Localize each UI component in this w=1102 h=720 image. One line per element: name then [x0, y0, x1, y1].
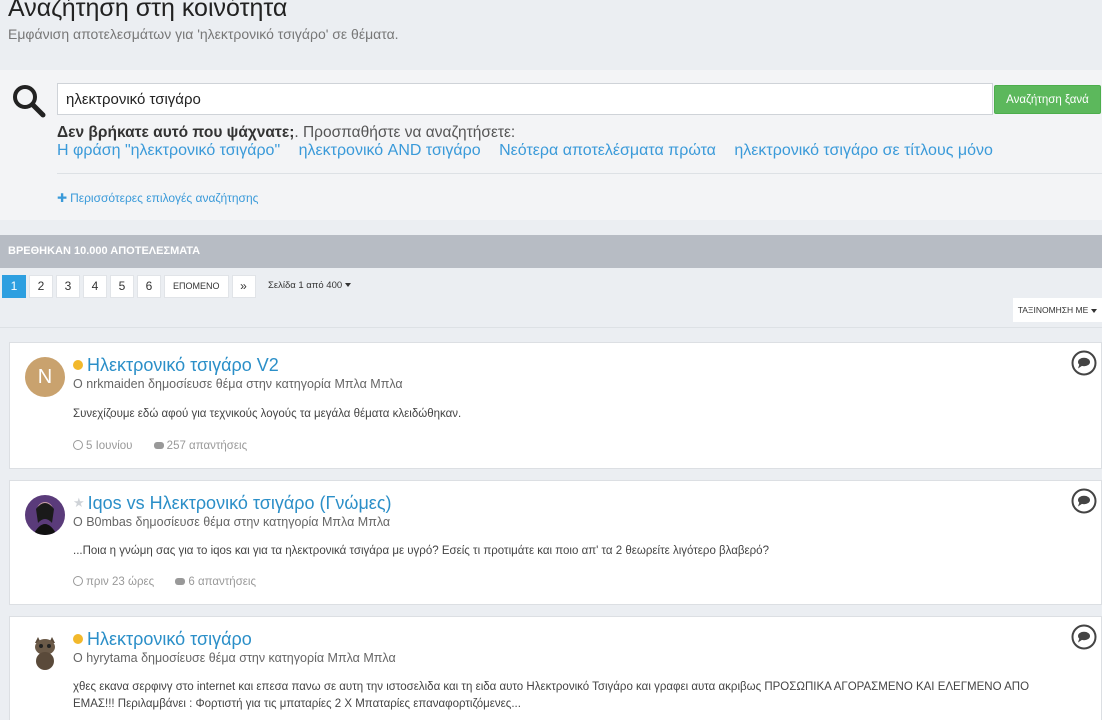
- suggestion-newest-first[interactable]: Νεότερα αποτελέσματα πρώτα: [499, 142, 716, 159]
- post-excerpt: χθες εκανα σερφινγ στο internet και επεσ…: [73, 681, 1030, 710]
- next-page-button[interactable]: ΕΠΟΜΕΝΟ: [164, 275, 229, 298]
- post-date: 5 Ιουνίου: [73, 440, 132, 452]
- clock-icon: [73, 440, 83, 450]
- clock-icon: [73, 576, 83, 586]
- comment-icon: [175, 578, 186, 585]
- post-title: Ηλεκτρονικό τσιγάρο V2: [73, 355, 279, 376]
- last-page-button[interactable]: »: [231, 275, 256, 298]
- page-title: Αναζήτηση στη κοινότητα: [8, 0, 288, 22]
- result-card: N Ηλεκτρονικό τσιγάρο V2 Ο nrkmaiden δημ…: [9, 342, 1102, 469]
- post-excerpt: Συνεχίζουμε εδώ αφού για τεχνικούς λογού…: [73, 408, 462, 420]
- unread-dot-icon: [73, 634, 83, 644]
- pagination: 1 2 3 4 5 6 ΕΠΟΜΕΝΟ »: [2, 275, 256, 298]
- chat-bubble-icon: [1071, 350, 1097, 376]
- suggestion-titles-only[interactable]: ηλεκτρονικό τσιγάρο σε τίτλους μόνο: [734, 142, 993, 159]
- more-search-options-link[interactable]: ✚ Περισσότερες επιλογές αναζήτησης: [57, 191, 258, 205]
- results-count-bar: ΒΡΕΘΗΚΑΝ 10.000 ΑΠΟΤΕΛΕΣΜΑΤΑ: [0, 235, 1102, 268]
- post-meta: πριν 23 ώρες 6 απαντήσεις: [73, 576, 274, 588]
- suggestion-and-terms[interactable]: ηλεκτρονικό AND τσιγάρο: [299, 142, 481, 159]
- not-found-message: Δεν βρήκατε αυτό που ψάχνατε;. Προσπαθήσ…: [57, 124, 515, 142]
- search-panel: Αναζήτηση ξανά Δεν βρήκατε αυτό που ψάχν…: [0, 70, 1102, 220]
- search-input[interactable]: [57, 83, 993, 115]
- not-found-heading: Δεν βρήκατε αυτό που ψάχνατε;: [57, 124, 295, 141]
- page-info-label: Σελίδα 1 από 400: [268, 280, 343, 291]
- more-options-label: Περισσότερες επιλογές αναζήτησης: [70, 191, 259, 205]
- avatar[interactable]: [25, 631, 65, 671]
- page-subtitle: Εμφάνιση αποτελεσμάτων για 'ηλεκτρονικό …: [8, 26, 399, 42]
- avatar[interactable]: N: [25, 357, 65, 397]
- post-title: Ηλεκτρονικό τσιγάρο: [73, 629, 252, 650]
- plus-icon: ✚: [57, 191, 68, 205]
- page-jump-dropdown[interactable]: Σελίδα 1 από 400: [268, 280, 352, 291]
- chat-bubble-icon: [1071, 624, 1097, 650]
- caret-down-icon: [345, 283, 352, 288]
- chat-bubble-icon: [1071, 488, 1097, 514]
- post-author-line: Ο hyrytama δημοσίευσε θέμα στην κατηγορί…: [73, 651, 396, 665]
- result-card: Ηλεκτρονικό τσιγάρο Ο hyrytama δημοσίευσ…: [9, 616, 1102, 720]
- unread-dot-icon: [73, 360, 83, 370]
- page-button-4[interactable]: 4: [83, 275, 107, 298]
- page-button-3[interactable]: 3: [56, 275, 80, 298]
- page-button-1[interactable]: 1: [2, 275, 26, 298]
- post-author-line: Ο B0mbas δημοσίευσε θέμα στην κατηγορία …: [73, 515, 391, 529]
- post-author-line: Ο nrkmaiden δημοσίευσε θέμα στην κατηγορ…: [73, 377, 403, 391]
- search-suggestions: Η φράση "ηλεκτρονικό τσιγάρο" ηλεκτρονικ…: [57, 142, 1007, 160]
- post-replies: 6 απαντήσεις: [175, 576, 256, 588]
- divider: [0, 327, 1102, 328]
- page-button-5[interactable]: 5: [110, 275, 134, 298]
- star-icon: ★: [73, 495, 85, 510]
- post-date: πριν 23 ώρες: [73, 576, 154, 588]
- post-title-link[interactable]: Ηλεκτρονικό τσιγάρο V2: [87, 355, 279, 375]
- sort-button[interactable]: ΤΑΞΙΝΟΜΗΣΗ ΜΕ: [1013, 298, 1102, 322]
- suggestion-exact-phrase[interactable]: Η φράση "ηλεκτρονικό τσιγάρο": [57, 142, 280, 159]
- post-excerpt: ...Ποια η γνώμη σας για το iqos και για …: [73, 545, 769, 557]
- post-title-link[interactable]: Iqos vs Ηλεκτρονικό τσιγάρο (Γνώμες): [88, 493, 392, 513]
- page-button-6[interactable]: 6: [137, 275, 161, 298]
- sort-label: ΤΑΞΙΝΟΜΗΣΗ ΜΕ: [1017, 305, 1089, 315]
- page-header: Αναζήτηση στη κοινότητα Εμφάνιση αποτελε…: [0, 0, 1102, 70]
- post-title-link[interactable]: Ηλεκτρονικό τσιγάρο: [87, 629, 252, 649]
- post-title: ★ Iqos vs Ηλεκτρονικό τσιγάρο (Γνώμες): [73, 493, 392, 514]
- result-card: ★ Iqos vs Ηλεκτρονικό τσιγάρο (Γνώμες) Ο …: [9, 480, 1102, 605]
- divider: [57, 173, 1102, 174]
- search-again-button[interactable]: Αναζήτηση ξανά: [994, 85, 1101, 114]
- avatar[interactable]: [25, 495, 65, 535]
- not-found-hint: . Προσπαθήστε να αναζητήσετε:: [294, 124, 516, 141]
- search-icon: [13, 85, 46, 118]
- post-meta: 5 Ιουνίου 257 απαντήσεις: [73, 440, 265, 452]
- comment-icon: [153, 442, 164, 449]
- post-replies: 257 απαντήσεις: [153, 440, 247, 452]
- page-button-2[interactable]: 2: [29, 275, 53, 298]
- caret-down-icon: [1091, 308, 1098, 313]
